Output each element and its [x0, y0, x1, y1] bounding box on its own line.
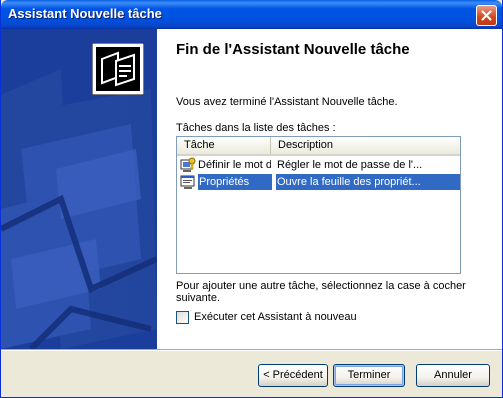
- task-name: Propriétés: [198, 174, 272, 190]
- task-description: Ouvre la feuille des propriét...: [276, 174, 460, 190]
- cancel-button[interactable]: Annuler: [416, 364, 490, 387]
- close-icon: [481, 10, 492, 21]
- column-header-description[interactable]: Description: [271, 137, 460, 154]
- window-title: Assistant Nouvelle tâche: [8, 6, 162, 21]
- finish-button[interactable]: Terminer: [333, 364, 405, 387]
- close-button[interactable]: [476, 5, 497, 26]
- page-title: Fin de l'Assistant Nouvelle tâche: [176, 41, 410, 58]
- list-item-selected[interactable]: Propriétés Ouvre la feuille des propriét…: [177, 174, 460, 190]
- column-header-task[interactable]: Tâche: [177, 137, 271, 154]
- wizard-sidebar-banner: [1, 29, 157, 349]
- task-name: Définir le mot d...: [198, 159, 271, 171]
- footer-divider: [1, 349, 502, 351]
- completed-text: Vous avez terminé l'Assistant Nouvelle t…: [176, 96, 398, 108]
- add-task-instructions: Pour ajouter une autre tâche, sélectionn…: [176, 280, 466, 292]
- properties-icon: [180, 174, 196, 190]
- add-task-instructions-cont: suivante.: [176, 292, 221, 304]
- wizard-logo-icon: [91, 42, 145, 96]
- wizard-window: Assistant Nouvelle tâche Fin de l'Assist…: [0, 0, 503, 398]
- list-header: Tâche Description: [177, 137, 460, 156]
- key-monitor-icon: [180, 157, 196, 173]
- task-list-label: Tâches dans la liste des tâches :: [176, 122, 336, 134]
- wizard-content: Fin de l'Assistant Nouvelle tâche Vous a…: [157, 29, 502, 349]
- rerun-wizard-checkbox[interactable]: [176, 311, 189, 324]
- list-item[interactable]: Définir le mot d... Régler le mot de pas…: [177, 157, 460, 173]
- rerun-wizard-label[interactable]: Exécuter cet Assistant à nouveau: [194, 311, 357, 323]
- title-bar[interactable]: Assistant Nouvelle tâche: [1, 0, 502, 29]
- back-button[interactable]: < Précédent: [258, 364, 328, 387]
- task-description: Régler le mot de passe de l'...: [277, 159, 423, 171]
- task-list[interactable]: Tâche Description Définir le mot d... Ré…: [176, 136, 461, 274]
